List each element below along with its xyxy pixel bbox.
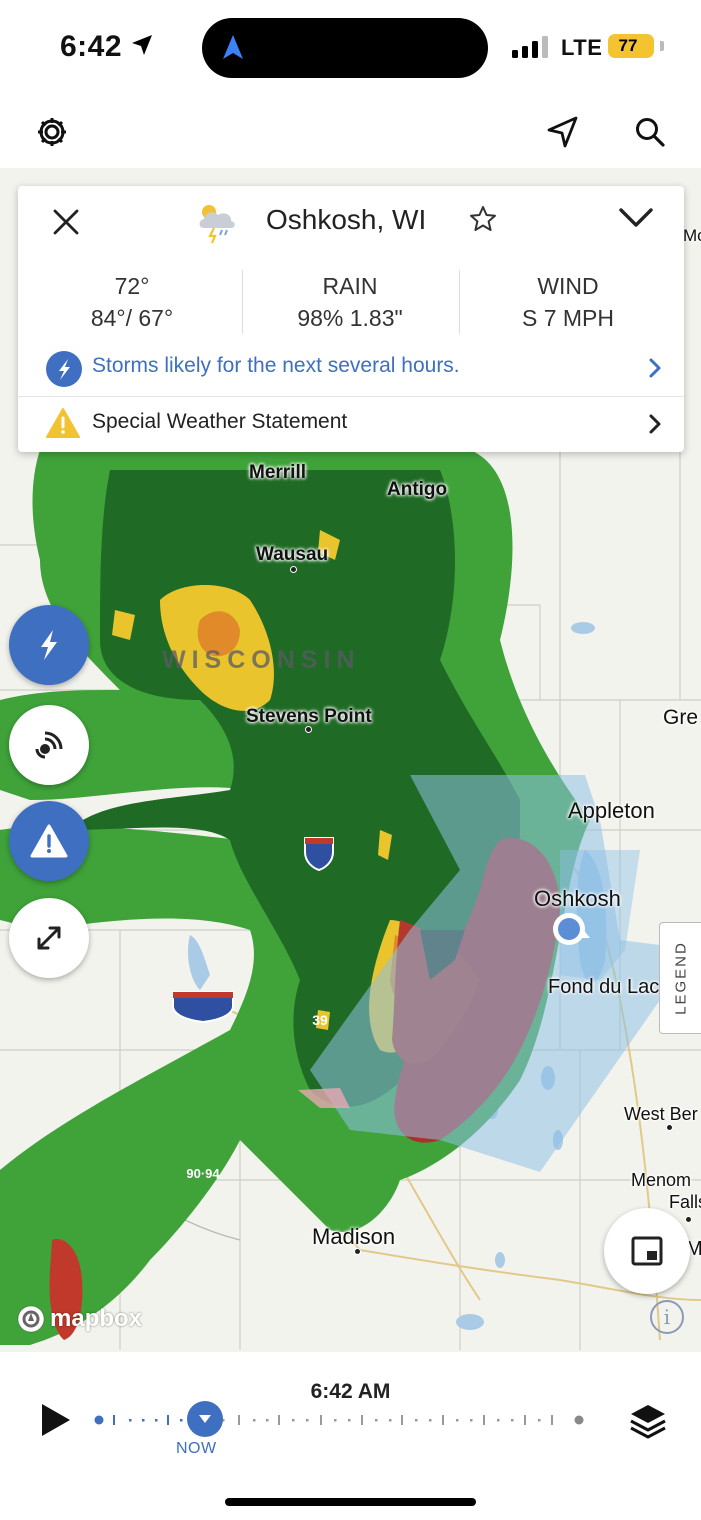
settings-button[interactable] — [30, 110, 74, 154]
city-marker-madison — [354, 1248, 361, 1255]
current-location-marker[interactable] — [548, 908, 594, 954]
storm-alert-icon — [46, 351, 82, 387]
state-label: WISCONSIN — [162, 646, 361, 674]
timeline-now-handle[interactable] — [187, 1401, 223, 1437]
city-marker-wausau — [290, 566, 297, 573]
location-title: Oshkosh, WI — [266, 204, 427, 235]
map-info-button[interactable]: i — [650, 1300, 684, 1334]
picture-in-picture-button[interactable] — [604, 1208, 690, 1294]
lightning-layer-button[interactable] — [9, 605, 89, 685]
search-icon — [636, 118, 665, 147]
search-button[interactable] — [628, 110, 672, 154]
rain-label: RAIN — [322, 273, 378, 299]
close-card-button[interactable] — [46, 202, 86, 242]
city-green-bay: Gre — [663, 706, 699, 729]
location-services-icon — [132, 35, 152, 55]
radar-layer-button[interactable] — [9, 705, 89, 785]
city-partial-mc: Mc — [683, 226, 701, 245]
interstate-90-94-shield: 90·94 — [186, 1166, 220, 1181]
battery-level: 77 — [618, 36, 638, 55]
timeline-time: 6:42 AM — [310, 1380, 391, 1403]
city-appleton: Appleton — [568, 798, 655, 823]
wind-value: S 7 MPH — [521, 305, 615, 331]
chevron-right-icon — [649, 358, 661, 378]
favorite-star-icon[interactable] — [468, 204, 498, 234]
status-bar: 6:42 LTE 77 — [0, 0, 701, 96]
battery-icon: 77 — [608, 34, 664, 58]
lightning-icon — [41, 630, 57, 660]
status-time: 6:42 — [60, 30, 123, 63]
cellular-signal-icon — [512, 36, 550, 58]
wind-label: WIND — [537, 273, 599, 299]
city-antigo: Antigo — [387, 479, 448, 500]
expand-arrows-icon — [37, 926, 61, 950]
rain-stat: RAIN 98% 1.83" — [240, 270, 460, 334]
legend-label: LEGEND — [672, 941, 689, 1015]
mapbox-wordmark: mapbox — [50, 1305, 143, 1332]
timeline-now-label: NOW — [176, 1440, 217, 1457]
dynamic-island — [202, 18, 488, 78]
forecast-alert-text: Storms likely for the next several hours… — [92, 354, 460, 377]
city-marker-west-bend — [666, 1124, 673, 1131]
temperature-stat: 72° 84°/ 67° — [22, 270, 242, 334]
picture-in-picture-icon — [631, 1236, 663, 1266]
city-west-bend: West Ber — [624, 1104, 698, 1124]
city-falls: Falls — [669, 1192, 701, 1212]
caret-down-icon — [199, 1415, 211, 1423]
interstate-39-shield: 39 — [312, 1012, 328, 1028]
legend-tab[interactable]: LEGEND — [659, 922, 701, 1034]
gear-icon — [38, 118, 66, 146]
forecast-alert-row[interactable]: Storms likely for the next several hours… — [18, 343, 684, 393]
radar-timeline: 6:42 AM NOW — [0, 1352, 701, 1520]
warning-triangle-icon — [46, 408, 80, 438]
radar-signal-icon — [35, 731, 63, 759]
city-fond-du-lac: Fond du Lac — [548, 976, 660, 998]
timeline-scrubber[interactable] — [94, 1410, 584, 1430]
locate-me-button[interactable] — [540, 110, 584, 154]
wind-stat: WIND S 7 MPH — [458, 270, 678, 334]
network-type: LTE — [561, 35, 603, 60]
thunderstorm-weather-icon — [199, 205, 235, 244]
city-madison: Madison — [312, 1224, 396, 1249]
warning-text: Special Weather Statement — [92, 410, 348, 433]
home-indicator — [225, 1498, 476, 1506]
play-icon[interactable] — [40, 1402, 72, 1438]
row-divider — [18, 396, 684, 397]
city-marker-falls — [685, 1216, 692, 1223]
warning-triangle-icon — [30, 824, 68, 858]
chevron-right-icon — [649, 414, 661, 434]
navigation-arrow-icon — [223, 35, 243, 59]
expand-chevron-down-icon[interactable] — [618, 206, 654, 230]
layers-icon[interactable] — [628, 1402, 668, 1440]
city-stevens-point: Stevens Point — [246, 706, 372, 727]
location-arrow-icon — [547, 116, 578, 148]
rain-value: 98% 1.83" — [297, 305, 403, 331]
location-weather-card: Oshkosh, WI 72° 84°/ 67° RAIN 98% 1.83" … — [18, 186, 684, 452]
alerts-layer-button[interactable] — [9, 801, 89, 881]
city-wausau: Wausau — [256, 544, 329, 565]
city-menomonee: Menom — [631, 1170, 692, 1190]
city-merrill: Merrill — [249, 462, 307, 483]
fullscreen-button[interactable] — [9, 898, 89, 978]
special-weather-statement-row[interactable]: Special Weather Statement — [18, 399, 684, 449]
mapbox-logo-icon — [17, 1305, 45, 1333]
app-toolbar — [0, 96, 701, 168]
close-icon — [53, 209, 79, 235]
mapbox-attribution[interactable]: mapbox — [16, 1304, 142, 1334]
city-marker-stevens-point — [305, 726, 312, 733]
current-temperature: 72° — [114, 273, 150, 299]
temperature-range: 84°/ 67° — [90, 305, 174, 331]
